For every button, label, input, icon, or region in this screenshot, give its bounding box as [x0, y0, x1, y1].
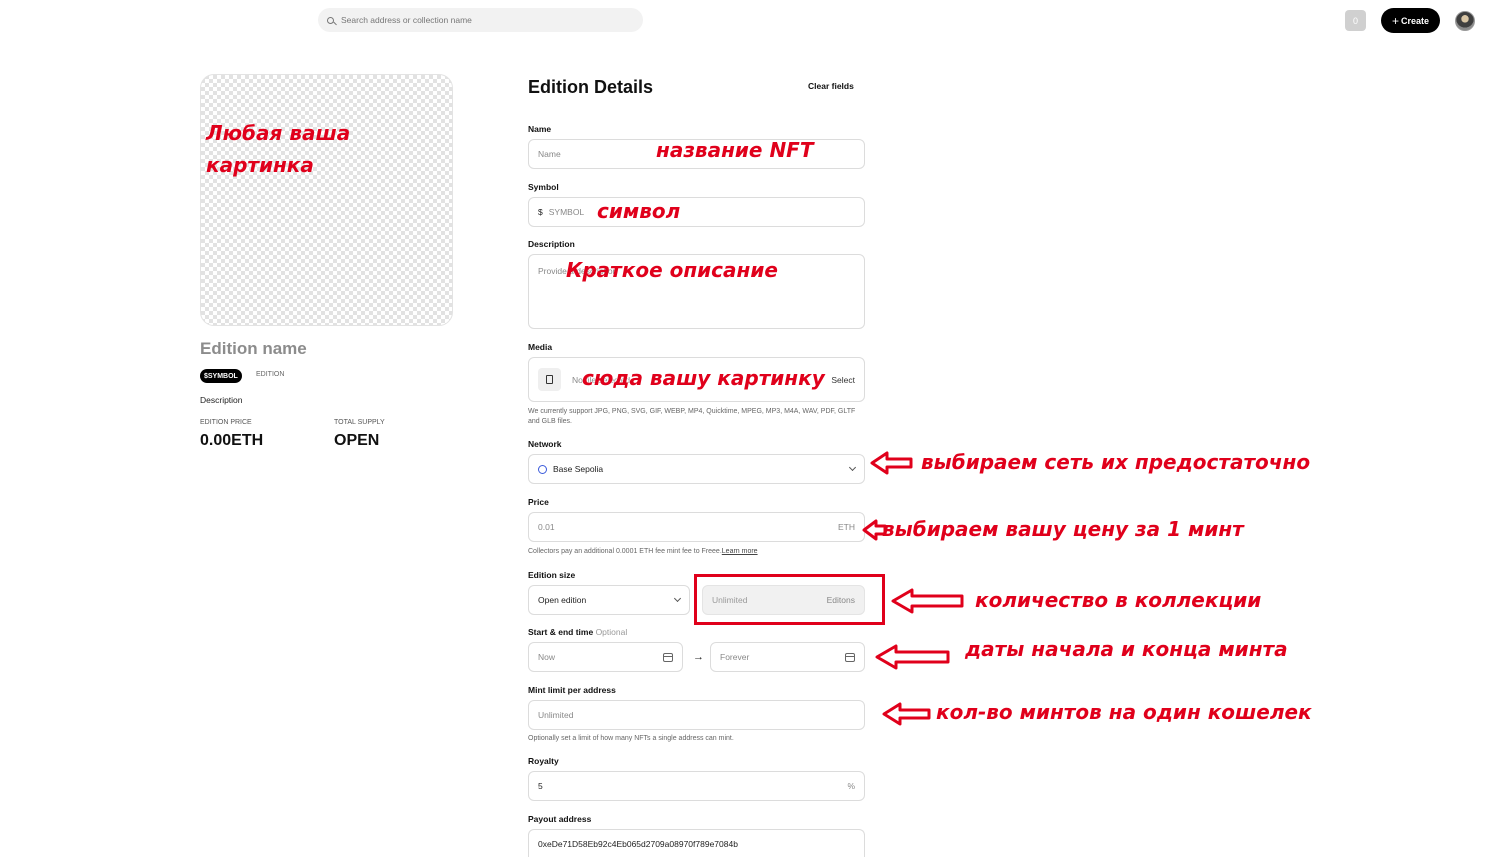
network-select[interactable]: Base Sepolia	[528, 454, 865, 484]
preview-title: Edition name	[200, 339, 307, 358]
price-currency: ETH	[838, 522, 855, 532]
search-placeholder: Search address or collection name	[341, 15, 472, 25]
price-value: 0.00ETH	[200, 432, 264, 449]
calendar-icon	[663, 652, 673, 662]
time-label-text: Start & end time	[528, 627, 594, 637]
form-title: Edition Details	[528, 77, 654, 97]
edition-size-value: Open edition	[538, 595, 587, 605]
network-value: Base Sepolia	[553, 464, 604, 474]
annotation-network: выбираем сеть их предостаточно	[921, 450, 1311, 474]
network-label: Network	[528, 439, 562, 449]
mint-limit-label: Mint limit per address	[528, 685, 616, 695]
price-input[interactable]: 0.01 ETH	[528, 512, 865, 542]
create-button[interactable]: + Create	[1381, 8, 1440, 33]
edition-type: EDITION	[256, 371, 285, 378]
search-icon	[327, 16, 334, 24]
name-label: Name	[528, 124, 552, 134]
network-icon	[538, 464, 547, 474]
annotation-media: сюда вашу картинку	[582, 366, 825, 390]
edition-size-label: Edition size	[528, 570, 576, 580]
royalty-suffix: %	[847, 781, 855, 791]
start-time-input[interactable]: Now	[528, 642, 683, 672]
annotation-arrow	[862, 519, 887, 541]
learn-more-link[interactable]: Learn more	[722, 548, 758, 555]
annotation-arrow	[882, 702, 931, 726]
mint-limit-help: Optionally set a limit of how many NFTs …	[528, 735, 734, 742]
supply-label: TOTAL SUPPLY	[334, 419, 385, 426]
price-label: EDITION PRICE	[200, 419, 252, 426]
create-label: Create	[1401, 15, 1430, 26]
annotation-arrow	[870, 451, 913, 475]
preview-description: Description	[200, 395, 243, 405]
chevron-down-icon	[673, 594, 682, 603]
annotation-description: Краткое описание	[566, 258, 778, 282]
symbol-placeholder: SYMBOL	[548, 207, 585, 217]
annotation-arrow	[875, 644, 950, 670]
time-label: Start & end time Optional	[528, 627, 627, 637]
payout-value: 0xeDe71D58Eb92c4Eb065d2709a08970f789e708…	[538, 838, 738, 849]
supply-value: OPEN	[334, 432, 380, 449]
file-icon	[538, 368, 561, 391]
price-help: Collectors pay an additional 0.0001 ETH …	[528, 547, 758, 557]
annotation-dates: даты начала и конца минта	[965, 637, 1288, 661]
start-placeholder: Now	[538, 652, 556, 662]
annotation-mint-limit: кол-во минтов на один кошелек	[936, 700, 1312, 724]
chevron-down-icon	[848, 463, 857, 472]
annotation-highlight-box	[694, 574, 885, 625]
image-preview	[200, 74, 453, 326]
search-bar[interactable]: Search address or collection name	[318, 8, 643, 32]
edition-size-select[interactable]: Open edition	[528, 585, 690, 615]
plus-icon: +	[1391, 13, 1399, 28]
annotation-editions: количество в коллекции	[975, 588, 1262, 612]
symbol-prefix: $	[538, 207, 543, 217]
avatar[interactable]	[1455, 11, 1475, 31]
calendar-icon	[845, 652, 855, 662]
annotation-price: выбираем вашу цену за 1 минт	[882, 517, 1244, 541]
symbol-label: Symbol	[528, 182, 559, 192]
symbol-badge: $SYMBOL	[200, 369, 242, 383]
symbol-input[interactable]: $ SYMBOL	[528, 197, 865, 227]
annotation-symbol: символ	[597, 199, 681, 223]
payout-label: Payout address	[528, 814, 592, 824]
mint-limit-placeholder: Unlimited	[538, 710, 574, 720]
name-placeholder: Name	[538, 149, 561, 159]
media-help: We currently support JPG, PNG, SVG, GIF,…	[528, 408, 856, 425]
annotation-name: название NFT	[656, 138, 814, 162]
end-time-input[interactable]: Forever	[710, 642, 865, 672]
clear-fields-button[interactable]: Clear fields	[808, 81, 854, 91]
time-optional: Optional	[595, 627, 628, 637]
annotation-arrow	[891, 588, 964, 614]
price-help-text: Collectors pay an additional 0.0001 ETH …	[528, 548, 722, 555]
end-placeholder: Forever	[720, 652, 750, 662]
payout-address-input[interactable]: 0xeDe71D58Eb92c4Eb065d2709a08970f789e708…	[528, 829, 865, 857]
annotation-image-line1: Любая ваша	[206, 121, 351, 145]
media-select-button[interactable]: Select	[831, 375, 855, 385]
arrow-right-icon: →	[693, 651, 704, 663]
price-field-label: Price	[528, 497, 549, 507]
royalty-input[interactable]: 5 %	[528, 771, 865, 801]
notification-counter[interactable]: 0	[1345, 10, 1366, 31]
media-label: Media	[528, 342, 553, 352]
royalty-value: 5	[538, 781, 543, 791]
mint-limit-input[interactable]: Unlimited	[528, 700, 865, 730]
price-placeholder: 0.01	[538, 522, 555, 532]
annotation-image-line2: картинка	[206, 153, 314, 177]
royalty-label: Royalty	[528, 756, 559, 766]
description-label: Description	[528, 239, 575, 249]
